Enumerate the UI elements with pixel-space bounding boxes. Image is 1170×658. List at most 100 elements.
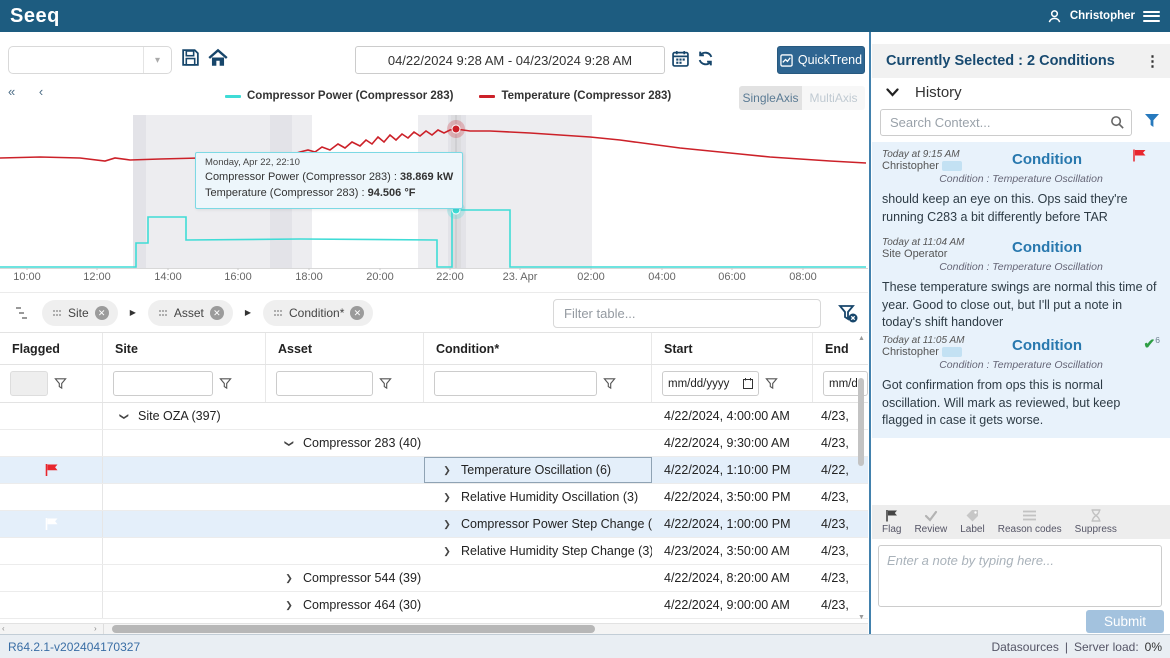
multi-axis-button[interactable]: MultiAxis: [802, 86, 865, 110]
worksheet-select[interactable]: ▾: [8, 46, 172, 74]
scroll-up-icon[interactable]: ▲: [858, 335, 865, 342]
chevron-expanded-icon[interactable]: ❯: [284, 438, 295, 448]
table-row[interactable]: ❯Relative Humidity Oscillation (3)4/22/2…: [0, 484, 868, 511]
calendar-icon[interactable]: [672, 50, 689, 67]
condition-filter-input[interactable]: [434, 371, 597, 396]
history-entry[interactable]: Today at 11:05 AMChristopherCondition✔6C…: [872, 328, 1170, 438]
col-header-site[interactable]: Site: [103, 333, 266, 364]
funnel-icon[interactable]: [603, 377, 616, 390]
datasources-link[interactable]: Datasources: [991, 640, 1058, 654]
panel-title: Currently Selected : 2 Conditions: [886, 53, 1115, 69]
table-row[interactable]: ❯Compressor 544 (39)4/22/2024, 8:20:00 A…: [0, 565, 868, 592]
chevron-collapsed-icon[interactable]: ❯: [284, 600, 294, 611]
tree-node[interactable]: ❯Temperature Oscillation (6): [442, 463, 611, 477]
user-menu[interactable]: Christopher: [1070, 10, 1135, 22]
chevron-down-icon[interactable]: ▾: [143, 47, 171, 73]
reason-codes-action-button[interactable]: Reason codes: [998, 509, 1062, 535]
hamburger-menu-icon[interactable]: [1143, 11, 1160, 22]
submit-button[interactable]: Submit: [1086, 610, 1164, 633]
vertical-scrollbar[interactable]: ▲ ▼: [857, 333, 866, 623]
tree-node[interactable]: ❯Site OZA (397): [119, 409, 221, 423]
start-date-filter[interactable]: mm/dd/yyyy: [662, 371, 759, 396]
chevron-collapsed-icon[interactable]: ❯: [442, 465, 452, 476]
col-header-start[interactable]: Start: [652, 333, 813, 364]
tree-node[interactable]: ❯Compressor 464 (30): [284, 598, 421, 612]
date-range-input[interactable]: 04/22/2024 9:28 AM - 04/23/2024 9:28 AM: [355, 46, 665, 74]
chevron-collapsed-icon[interactable]: ❯: [442, 519, 452, 530]
scroll-right-icon[interactable]: ›: [94, 624, 97, 634]
horizontal-scrollbar[interactable]: ‹ ›: [0, 623, 868, 634]
chip-condition-remove-icon[interactable]: ✕: [350, 306, 364, 320]
review-action-button[interactable]: Review: [914, 509, 947, 535]
scrollbar-thumb[interactable]: [858, 378, 864, 466]
filter-clear-icon[interactable]: [837, 302, 859, 324]
funnel-icon[interactable]: [765, 377, 778, 390]
start-cell: 4/22/2024, 9:30:00 AM: [652, 430, 813, 456]
suppress-action-button[interactable]: Suppress: [1075, 509, 1117, 535]
chevron-collapsed-icon[interactable]: ❯: [284, 573, 294, 584]
asset-filter-input[interactable]: [276, 371, 373, 396]
table-row[interactable]: ❯Relative Humidity Step Change (3)4/23/2…: [0, 538, 868, 565]
col-header-condition[interactable]: Condition*: [424, 333, 652, 364]
search-context-input[interactable]: Search Context...: [880, 109, 1132, 136]
entry-badge: ✔6: [1132, 335, 1160, 352]
flagged-filter-input[interactable]: [10, 371, 48, 396]
table-row[interactable]: ❯Temperature Oscillation (6)4/22/2024, 1…: [0, 457, 868, 484]
server-load-value: 0%: [1145, 640, 1162, 654]
funnel-icon[interactable]: [54, 377, 67, 390]
funnel-icon[interactable]: [379, 377, 392, 390]
flag-action-button[interactable]: Flag: [882, 509, 901, 535]
table-row[interactable]: ❯Compressor 283 (40) 4/22/2024, 9:30:00 A…: [0, 430, 868, 457]
refresh-icon[interactable]: [697, 50, 714, 67]
site-filter-input[interactable]: [113, 371, 213, 396]
label-action-button[interactable]: Label: [960, 509, 984, 535]
table-row[interactable]: ❯Compressor Power Step Change (3)4/22/20…: [0, 511, 868, 538]
tree-node[interactable]: ❯Relative Humidity Oscillation (3): [442, 490, 638, 504]
kebab-menu-icon[interactable]: ⋮: [1145, 52, 1160, 70]
history-entry[interactable]: Today at 9:15 AMChristopherConditionCond…: [872, 142, 1170, 234]
chip-site[interactable]: Site ✕: [42, 300, 118, 326]
save-icon[interactable]: [180, 47, 204, 71]
quicktrend-chart-icon: [780, 54, 793, 67]
chip-asset[interactable]: Asset ✕: [148, 300, 233, 326]
history-entry[interactable]: Today at 11:04 AMSite OperatorConditionC…: [872, 230, 1170, 340]
tree-node[interactable]: ❯Compressor Power Step Change (3): [442, 517, 652, 531]
legend-item-temperature[interactable]: Temperature (Compressor 283): [479, 90, 671, 102]
col-header-asset[interactable]: Asset: [266, 333, 424, 364]
scroll-left-icon[interactable]: ‹: [2, 624, 5, 634]
server-load-label: Server load:: [1074, 640, 1139, 654]
home-icon[interactable]: [207, 47, 231, 71]
filter-table-input[interactable]: Filter table...: [553, 299, 821, 328]
table-row[interactable]: ❯Site OZA (397)4/22/2024, 4:00:00 AM4/23…: [0, 403, 868, 430]
x-tick-label: 18:00: [295, 271, 323, 283]
chevron-expanded-icon[interactable]: ❯: [119, 411, 130, 421]
chip-asset-remove-icon[interactable]: ✕: [210, 306, 224, 320]
history-filter-icon[interactable]: [1144, 113, 1160, 128]
chevron-collapsed-icon[interactable]: ❯: [442, 492, 452, 503]
note-input[interactable]: Enter a note by typing here...: [878, 545, 1162, 607]
action-label: Flag: [882, 524, 901, 535]
history-section-toggle[interactable]: History: [886, 84, 962, 101]
version-label[interactable]: R64.2.1-v202404170327: [8, 640, 140, 654]
collapse-arrows[interactable]: « ‹: [8, 84, 53, 99]
legend-swatch-power: [225, 95, 241, 98]
legend-item-power[interactable]: Compressor Power (Compressor 283): [225, 90, 453, 102]
quicktrend-button[interactable]: QuickTrend: [777, 46, 865, 74]
tree-node[interactable]: ❯Relative Humidity Step Change (3): [442, 544, 652, 558]
funnel-icon[interactable]: [219, 377, 232, 390]
trend-chart[interactable]: Monday, Apr 22, 22:10 Compressor Power (…: [0, 110, 868, 285]
check-icon: [924, 509, 938, 522]
chip-site-remove-icon[interactable]: ✕: [95, 306, 109, 320]
chevron-collapsed-icon[interactable]: ❯: [442, 546, 452, 557]
tree-node[interactable]: ❯Compressor 283 (40): [284, 436, 421, 450]
tree-node[interactable]: ❯Compressor 544 (39): [284, 571, 421, 585]
panel-divider[interactable]: [869, 32, 871, 634]
action-label: Label: [960, 524, 984, 535]
table-row[interactable]: ❯Compressor 464 (30)4/22/2024, 9:00:00 A…: [0, 592, 868, 619]
col-header-flagged[interactable]: Flagged: [0, 333, 103, 364]
tree-view-icon[interactable]: [14, 305, 30, 321]
scrollbar-thumb[interactable]: [112, 625, 595, 633]
single-axis-button[interactable]: SingleAxis: [739, 86, 802, 110]
scroll-down-icon[interactable]: ▼: [858, 614, 865, 621]
chip-condition[interactable]: Condition* ✕: [263, 300, 373, 326]
